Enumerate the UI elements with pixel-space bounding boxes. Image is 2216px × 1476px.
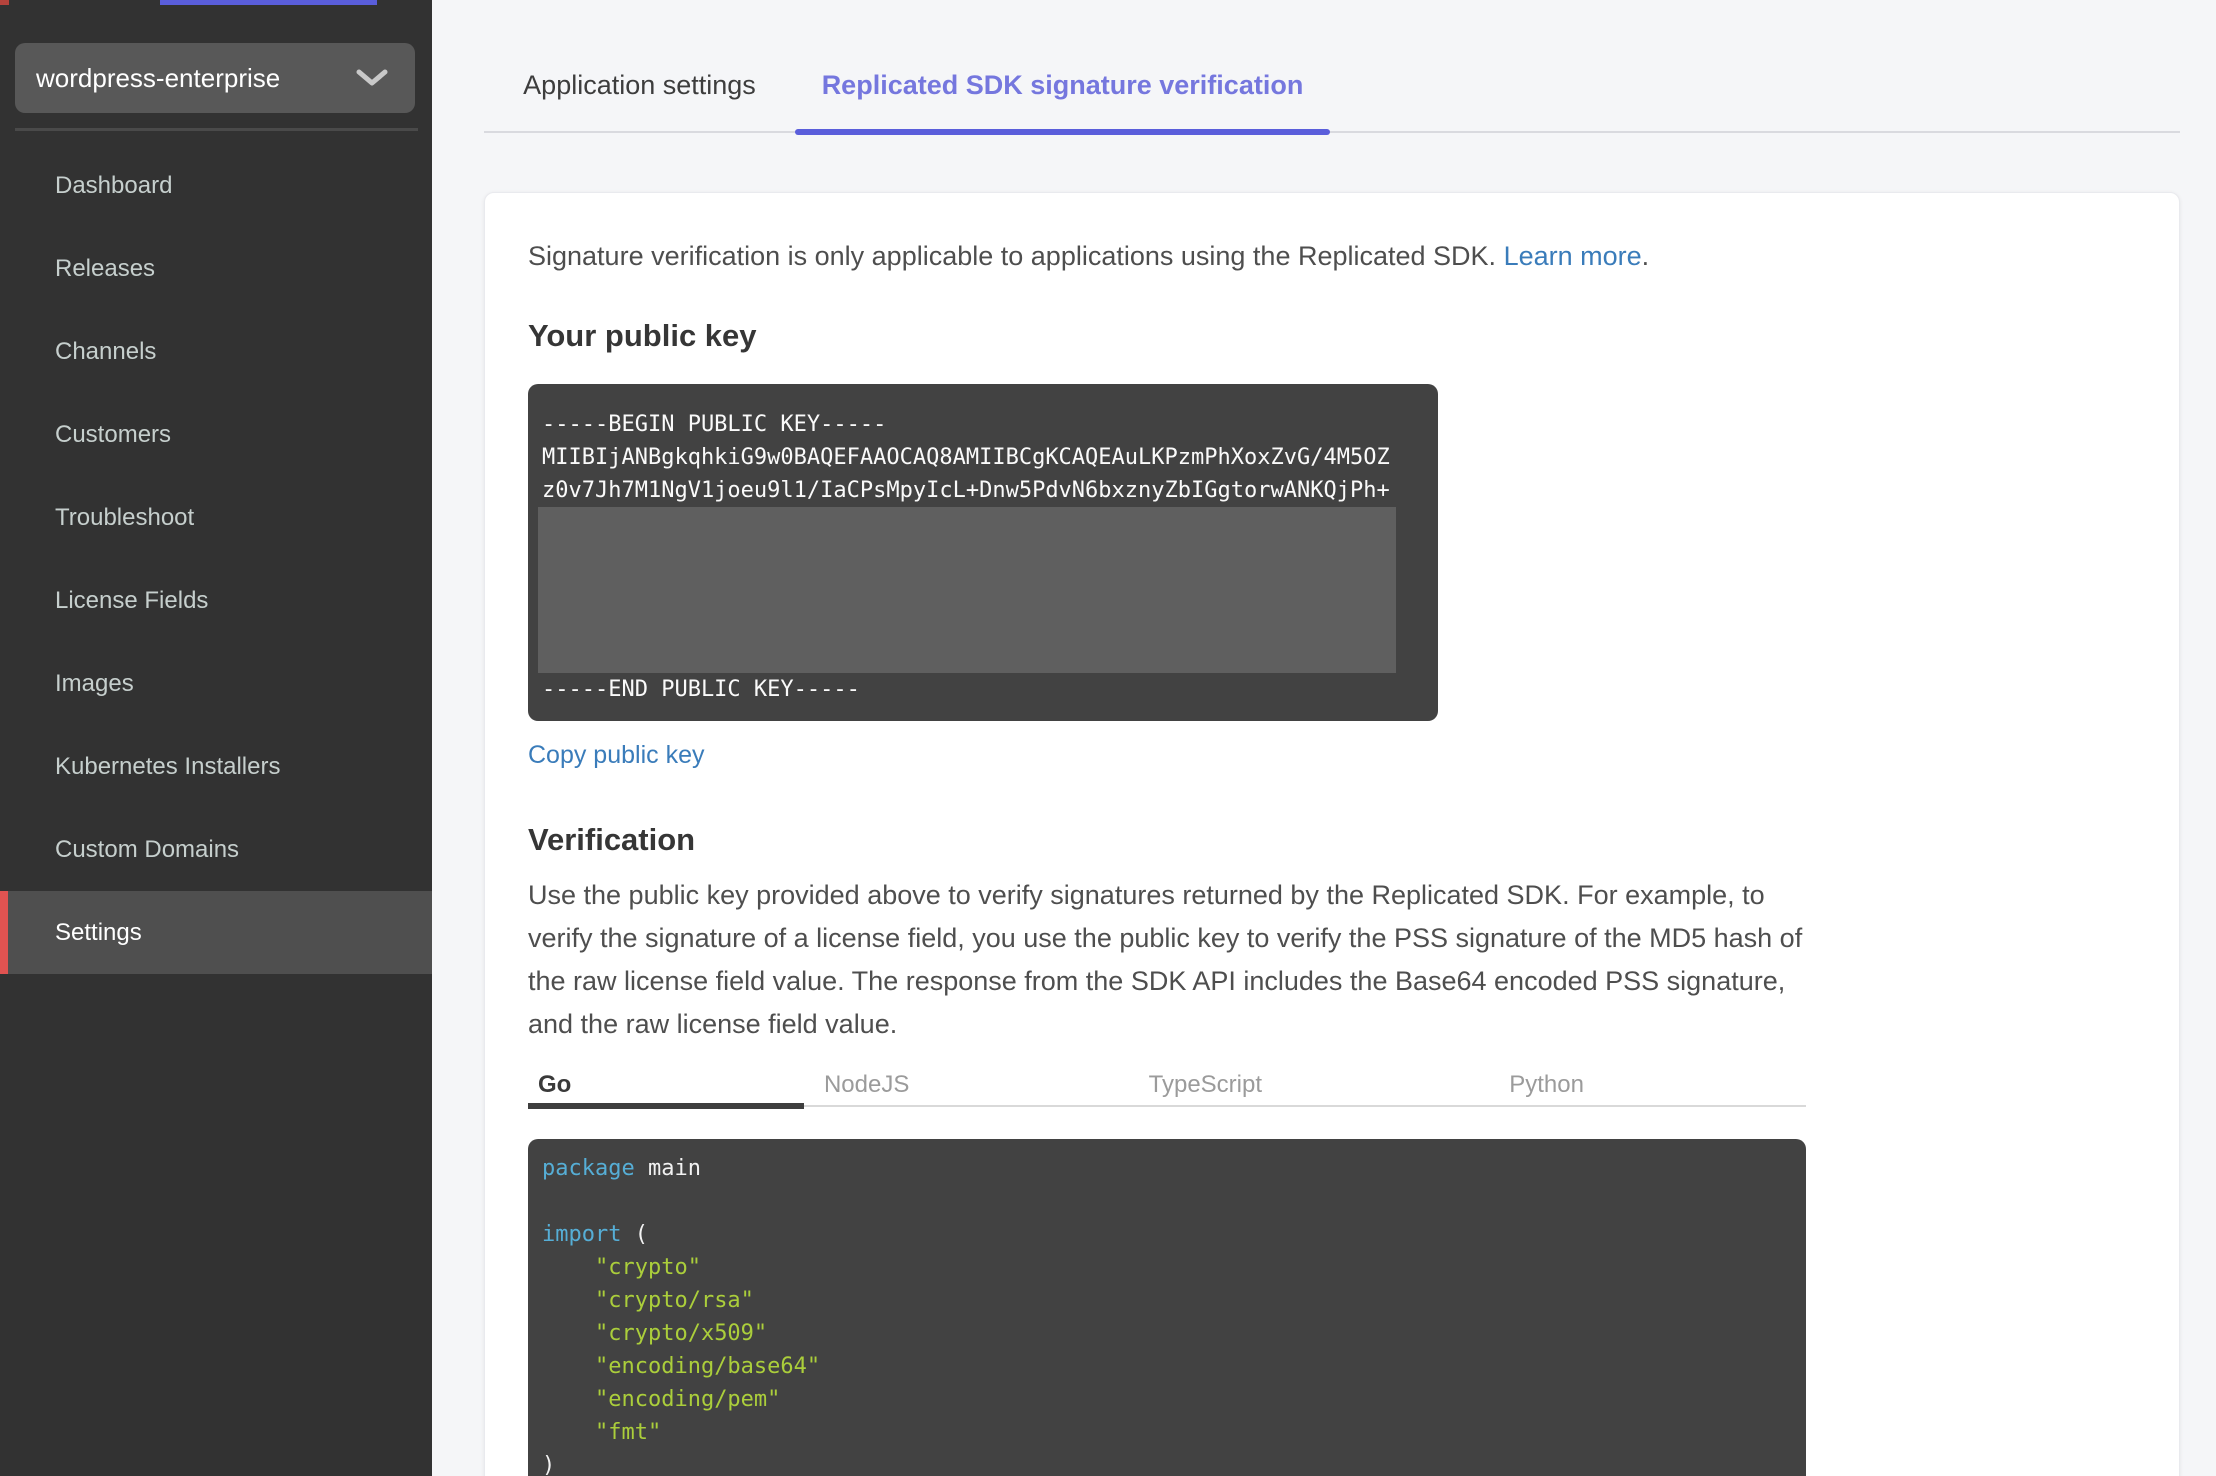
code-tab-typescript[interactable]: TypeScript bbox=[1149, 1071, 1262, 1099]
sidebar-item-customers[interactable]: Customers bbox=[0, 393, 432, 476]
code-token: "encoding/pem" bbox=[594, 1387, 781, 1412]
public-key-block: -----BEGIN PUBLIC KEY----- MIIBIjANBgkqh… bbox=[528, 384, 1438, 721]
code-block: package main import ( "crypto" "crypto/r… bbox=[528, 1139, 1806, 1476]
public-key-begin-line: -----BEGIN PUBLIC KEY----- bbox=[542, 412, 887, 437]
public-key-line: MIIBIjANBgkqhkiG9w0BAQEFAAOCAQ8AMIIBCgKC… bbox=[542, 445, 1390, 470]
code-token: ( bbox=[621, 1222, 648, 1247]
verification-heading: Verification bbox=[528, 822, 696, 857]
sidebar-item-releases[interactable]: Releases bbox=[0, 227, 432, 310]
public-key-line: z0v7Jh7M1NgV1joeu9l1/IaCPsMpyIcL+Dnw5Pdv… bbox=[542, 478, 1390, 503]
learn-more-link[interactable]: Learn more bbox=[1504, 241, 1642, 271]
code-token: "crypto/rsa" bbox=[594, 1288, 754, 1313]
intro-period: . bbox=[1641, 241, 1650, 271]
app-selector-dropdown[interactable]: wordpress-enterprise bbox=[15, 43, 415, 113]
tab-replicated-sdk-signature-verification[interactable]: Replicated SDK signature verification bbox=[795, 40, 1330, 135]
code-token: ) bbox=[542, 1453, 556, 1476]
code-token: "encoding/base64" bbox=[594, 1354, 821, 1379]
sidebar-item-custom-domains[interactable]: Custom Domains bbox=[0, 808, 432, 891]
public-key-end-line: -----END PUBLIC KEY----- bbox=[542, 677, 860, 702]
code-token: main bbox=[634, 1156, 701, 1181]
code-tab-python[interactable]: Python bbox=[1509, 1071, 1584, 1099]
sidebar: wordpress-enterprise Dashboard Releases Ch… bbox=[0, 0, 432, 1476]
top-strip-indigo-segment bbox=[160, 0, 377, 5]
code-token: "crypto/x509" bbox=[594, 1321, 768, 1346]
main-content: Application settings Replicated SDK signa… bbox=[432, 0, 2216, 1476]
app-selector-value: wordpress-enterprise bbox=[36, 62, 281, 93]
go-code: package main import ( "crypto" "crypto/r… bbox=[542, 1152, 1806, 1476]
intro-sentence: Signature verification is only applicabl… bbox=[528, 241, 1504, 271]
code-token: "crypto" bbox=[594, 1255, 701, 1280]
sidebar-item-kubernetes-installers[interactable]: Kubernetes Installers bbox=[0, 725, 432, 808]
intro-text: Signature verification is only applicabl… bbox=[528, 235, 1808, 278]
settings-card: Signature verification is only applicabl… bbox=[484, 192, 2180, 1476]
sidebar-divider bbox=[15, 128, 418, 131]
sidebar-item-troubleshoot[interactable]: Troubleshoot bbox=[0, 476, 432, 559]
sidebar-item-license-fields[interactable]: License Fields bbox=[0, 559, 432, 642]
verification-description: Use the public key provided above to ver… bbox=[528, 880, 1803, 1039]
sidebar-item-dashboard[interactable]: Dashboard bbox=[0, 144, 432, 227]
chevron-down-icon bbox=[355, 68, 389, 88]
screen: wordpress-enterprise Dashboard Releases Ch… bbox=[0, 0, 2216, 1476]
tab-application-settings[interactable]: Application settings bbox=[484, 40, 795, 131]
top-strip bbox=[0, 0, 432, 5]
public-key-redacted-area bbox=[538, 507, 1396, 673]
code-tab-nodejs[interactable]: NodeJS bbox=[824, 1071, 909, 1099]
copy-public-key-link[interactable]: Copy public key bbox=[528, 741, 704, 770]
top-strip-red-segment bbox=[0, 0, 9, 5]
code-language-tabs: Go NodeJS TypeScript Python bbox=[528, 1063, 1806, 1109]
settings-tabs: Application settings Replicated SDK signa… bbox=[484, 40, 2180, 135]
active-language-underline bbox=[528, 1103, 804, 1109]
public-key-heading: Your public key bbox=[528, 318, 757, 353]
code-token: "fmt" bbox=[594, 1420, 662, 1445]
code-token: import bbox=[542, 1222, 622, 1247]
code-token: package bbox=[542, 1156, 635, 1181]
sidebar-item-images[interactable]: Images bbox=[0, 642, 432, 725]
sidebar-item-channels[interactable]: Channels bbox=[0, 310, 432, 393]
sidebar-item-settings[interactable]: Settings bbox=[0, 891, 432, 974]
sidebar-nav: Dashboard Releases Channels Customers Troubl… bbox=[0, 144, 432, 974]
code-tab-go[interactable]: Go bbox=[538, 1071, 571, 1099]
